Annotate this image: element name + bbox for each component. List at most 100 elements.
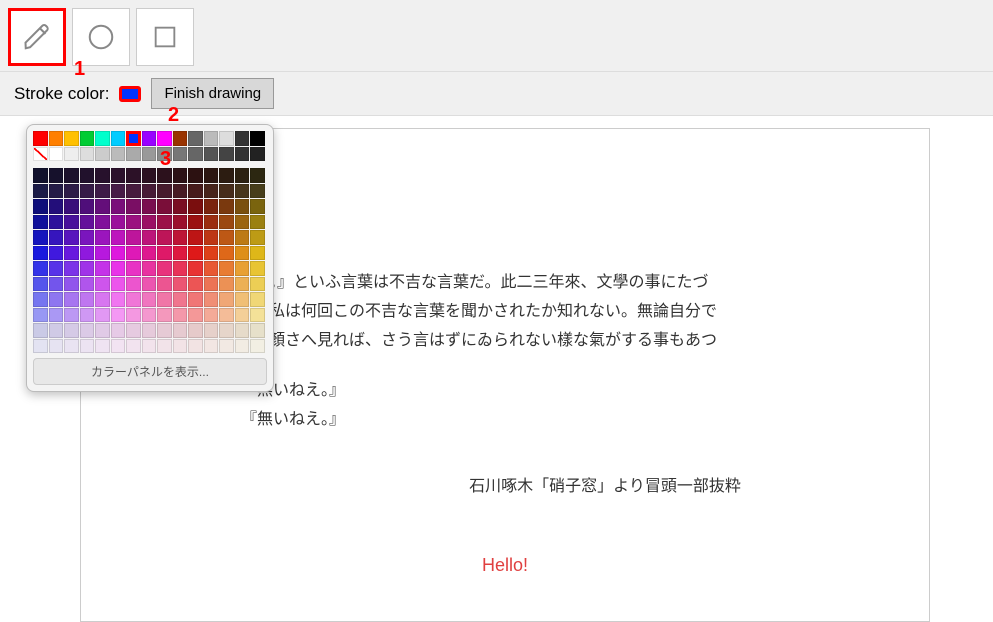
color-swatch[interactable] (126, 184, 141, 199)
color-swatch[interactable] (95, 215, 110, 230)
color-swatch[interactable] (204, 246, 219, 261)
color-swatch[interactable] (111, 230, 126, 245)
color-swatch[interactable] (173, 261, 188, 276)
color-swatch[interactable] (219, 168, 234, 183)
color-swatch[interactable] (80, 339, 95, 354)
color-swatch[interactable] (157, 184, 172, 199)
color-swatch[interactable] (80, 246, 95, 261)
color-swatch[interactable] (188, 147, 203, 162)
color-swatch[interactable] (126, 199, 141, 214)
color-swatch[interactable] (49, 230, 64, 245)
color-swatch[interactable] (235, 230, 250, 245)
color-swatch[interactable] (204, 230, 219, 245)
color-swatch[interactable] (33, 147, 48, 162)
color-swatch[interactable] (157, 308, 172, 323)
color-swatch[interactable] (250, 168, 265, 183)
color-swatch[interactable] (95, 168, 110, 183)
color-swatch[interactable] (173, 184, 188, 199)
color-swatch[interactable] (157, 246, 172, 261)
color-swatch[interactable] (188, 168, 203, 183)
color-swatch[interactable] (80, 277, 95, 292)
color-swatch[interactable] (235, 339, 250, 354)
color-swatch[interactable] (173, 323, 188, 338)
color-swatch[interactable] (219, 230, 234, 245)
color-swatch[interactable] (49, 147, 64, 162)
color-swatch[interactable] (111, 147, 126, 162)
color-swatch[interactable] (80, 292, 95, 307)
color-swatch[interactable] (49, 215, 64, 230)
color-swatch[interactable] (111, 168, 126, 183)
color-swatch[interactable] (250, 215, 265, 230)
color-swatch[interactable] (188, 277, 203, 292)
color-swatch[interactable] (204, 292, 219, 307)
color-swatch[interactable] (33, 215, 48, 230)
color-swatch[interactable] (235, 292, 250, 307)
color-swatch[interactable] (142, 339, 157, 354)
color-swatch[interactable] (126, 147, 141, 162)
color-swatch[interactable] (49, 246, 64, 261)
color-swatch[interactable] (204, 215, 219, 230)
color-swatch[interactable] (33, 323, 48, 338)
color-swatch[interactable] (95, 292, 110, 307)
color-swatch[interactable] (49, 199, 64, 214)
color-swatch[interactable] (157, 277, 172, 292)
color-swatch[interactable] (188, 323, 203, 338)
color-swatch[interactable] (250, 147, 265, 162)
color-swatch[interactable] (80, 261, 95, 276)
color-swatch[interactable] (173, 277, 188, 292)
color-swatch[interactable] (33, 261, 48, 276)
color-swatch[interactable] (111, 215, 126, 230)
color-swatch[interactable] (33, 168, 48, 183)
color-swatch[interactable] (235, 277, 250, 292)
color-swatch[interactable] (64, 168, 79, 183)
color-swatch[interactable] (111, 277, 126, 292)
color-swatch[interactable] (142, 168, 157, 183)
color-swatch[interactable] (235, 215, 250, 230)
color-swatch[interactable] (80, 308, 95, 323)
color-swatch[interactable] (219, 147, 234, 162)
color-swatch[interactable] (126, 246, 141, 261)
color-swatch[interactable] (64, 215, 79, 230)
color-swatch[interactable] (204, 323, 219, 338)
color-swatch[interactable] (204, 199, 219, 214)
color-swatch[interactable] (49, 339, 64, 354)
color-swatch[interactable] (173, 147, 188, 162)
color-swatch[interactable] (49, 261, 64, 276)
color-swatch[interactable] (33, 308, 48, 323)
color-swatch[interactable] (142, 246, 157, 261)
pencil-tool-button[interactable] (8, 8, 66, 66)
color-swatch[interactable] (219, 215, 234, 230)
color-swatch[interactable] (250, 308, 265, 323)
color-swatch[interactable] (235, 323, 250, 338)
color-swatch[interactable] (219, 261, 234, 276)
color-swatch[interactable] (64, 277, 79, 292)
color-swatch[interactable] (188, 215, 203, 230)
color-swatch[interactable] (173, 168, 188, 183)
color-swatch[interactable] (250, 184, 265, 199)
color-swatch[interactable] (64, 323, 79, 338)
color-swatch[interactable] (157, 215, 172, 230)
color-swatch[interactable] (49, 308, 64, 323)
color-swatch[interactable] (157, 323, 172, 338)
color-swatch[interactable] (111, 261, 126, 276)
color-swatch[interactable] (142, 261, 157, 276)
color-swatch[interactable] (111, 246, 126, 261)
color-swatch[interactable] (142, 199, 157, 214)
color-swatch[interactable] (173, 131, 188, 146)
color-swatch[interactable] (250, 261, 265, 276)
color-swatch[interactable] (219, 339, 234, 354)
color-swatch[interactable] (95, 308, 110, 323)
color-swatch[interactable] (126, 339, 141, 354)
color-swatch[interactable] (219, 199, 234, 214)
color-swatch[interactable] (64, 246, 79, 261)
color-swatch[interactable] (49, 184, 64, 199)
color-swatch[interactable] (95, 147, 110, 162)
color-swatch[interactable] (250, 131, 265, 146)
color-swatch[interactable] (80, 184, 95, 199)
color-swatch[interactable] (204, 339, 219, 354)
color-swatch[interactable] (80, 230, 95, 245)
color-swatch[interactable] (95, 323, 110, 338)
color-swatch[interactable] (250, 199, 265, 214)
color-swatch[interactable] (142, 215, 157, 230)
color-swatch[interactable] (157, 230, 172, 245)
